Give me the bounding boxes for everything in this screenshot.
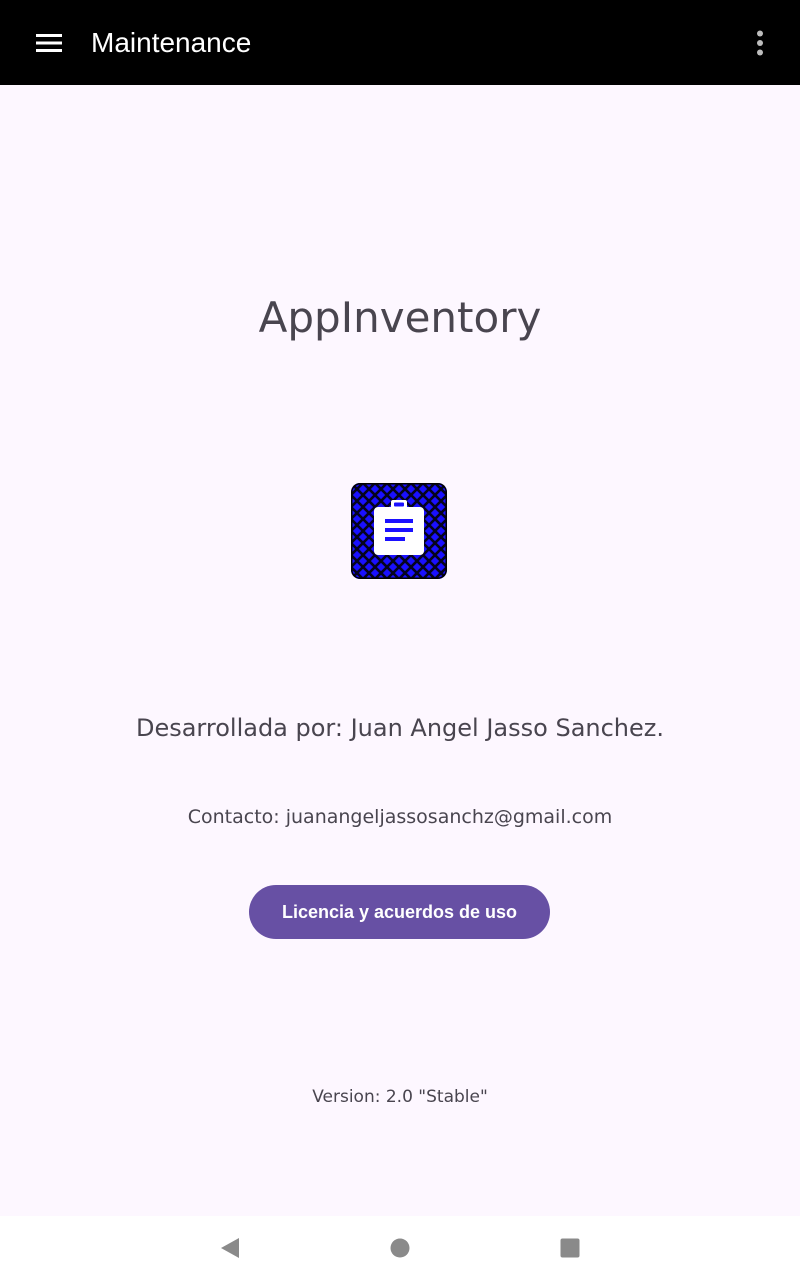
more-vertical-icon[interactable] xyxy=(736,18,784,68)
system-navigation-bar xyxy=(0,1216,800,1280)
contact-email: Contacto: juanangeljassosanchz@gmail.com xyxy=(187,806,613,828)
about-screen: Maintenance AppInventory Desarrollada po… xyxy=(0,0,800,1280)
license-button[interactable]: Licencia y acuerdos de uso xyxy=(249,885,550,939)
top-app-bar: Maintenance xyxy=(0,0,800,85)
toolbar-title: Maintenance xyxy=(91,27,252,58)
back-triangle-icon[interactable] xyxy=(206,1224,254,1272)
home-circle-icon[interactable] xyxy=(376,1224,424,1272)
clipboard-icon xyxy=(351,483,447,579)
version-label: Version: 2.0 "Stable" xyxy=(312,1087,488,1107)
recents-square-icon[interactable] xyxy=(546,1224,594,1272)
app-name: AppInventory xyxy=(258,293,542,342)
developer-credit: Desarrollada por: Juan Angel Jasso Sanch… xyxy=(135,714,665,742)
hamburger-menu-icon[interactable] xyxy=(24,18,74,68)
